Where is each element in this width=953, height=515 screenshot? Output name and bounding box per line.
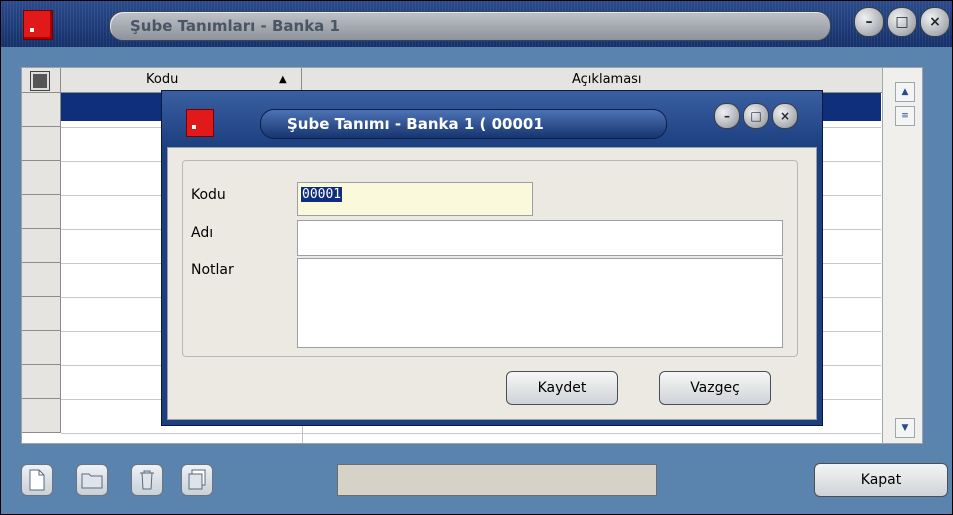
column-header-aciklama-label: Açıklaması xyxy=(572,72,642,87)
dialog-fields-group: Kodu 00001 Adı Notlar xyxy=(182,160,798,357)
select-all-checkbox-box xyxy=(30,71,50,91)
close-button-label: Kapat xyxy=(860,472,902,488)
trash-icon[interactable] xyxy=(131,464,163,496)
dialog-close-icon[interactable]: × xyxy=(772,103,798,129)
row-selector[interactable] xyxy=(22,297,61,331)
close-icon[interactable]: × xyxy=(920,7,950,37)
copy-icon[interactable] xyxy=(181,464,213,496)
dialog-minimize-icon[interactable]: – xyxy=(714,103,740,129)
adi-label: Adı xyxy=(191,225,214,241)
app-icon[interactable] xyxy=(23,10,53,40)
close-button[interactable]: Kapat xyxy=(814,463,948,497)
main-window: Şube Tanımları - Banka 1 – □ × Kodu ▲ Aç… xyxy=(0,0,953,515)
row-selector[interactable] xyxy=(22,365,61,399)
scroll-up-icon[interactable]: ▲ xyxy=(895,82,915,102)
bottom-toolbar: Kapat xyxy=(1,452,952,514)
row-selector[interactable] xyxy=(22,229,61,263)
dialog-title: Şube Tanımı - Banka 1 ( 00001 xyxy=(287,115,544,133)
title-capsule: Şube Tanımları - Banka 1 xyxy=(109,11,831,41)
branch-dialog: Şube Tanımı - Banka 1 ( 00001 – □ × Kodu… xyxy=(161,90,823,426)
row-selector[interactable] xyxy=(22,127,61,161)
minimize-icon[interactable]: – xyxy=(854,7,884,37)
dialog-maximize-icon[interactable]: □ xyxy=(743,103,769,129)
dialog-title-capsule: Şube Tanımı - Banka 1 ( 00001 xyxy=(260,109,667,139)
new-document-icon[interactable] xyxy=(21,464,53,496)
save-button-label: Kaydet xyxy=(537,380,587,396)
adi-field[interactable] xyxy=(297,220,783,256)
kodu-field[interactable]: 00001 xyxy=(297,182,533,216)
row-selector[interactable] xyxy=(22,195,61,229)
title-bar[interactable]: Şube Tanımları - Banka 1 – □ × xyxy=(1,1,952,47)
dialog-body: Kodu 00001 Adı Notlar Kaydet Vazgeç xyxy=(167,147,817,420)
select-all-checkbox[interactable] xyxy=(22,68,61,92)
notlar-field[interactable] xyxy=(297,258,783,348)
window-controls: – □ × xyxy=(854,7,950,39)
column-header-aciklama[interactable]: Açıklaması xyxy=(302,68,882,92)
notlar-label: Notlar xyxy=(191,262,234,278)
row-selector[interactable] xyxy=(22,263,61,297)
status-field xyxy=(337,464,657,496)
scroll-down-icon[interactable]: ▼ xyxy=(895,418,915,438)
row-selector[interactable] xyxy=(22,331,61,365)
dialog-app-icon[interactable] xyxy=(186,109,214,137)
scroll-grip-icon[interactable]: ≡ xyxy=(895,106,915,126)
kodu-label: Kodu xyxy=(191,187,226,203)
dialog-app-icon-dot xyxy=(192,125,196,129)
column-header-kodu[interactable]: Kodu ▲ xyxy=(61,68,302,92)
vertical-scrollbar[interactable]: ▲ ≡ ▼ xyxy=(882,68,922,443)
row-selector[interactable] xyxy=(22,93,61,127)
maximize-icon[interactable]: □ xyxy=(887,7,917,37)
sort-ascending-icon: ▲ xyxy=(279,74,287,85)
save-button[interactable]: Kaydet xyxy=(506,371,618,405)
kodu-value: 00001 xyxy=(301,187,343,202)
column-header-kodu-label: Kodu xyxy=(146,72,179,87)
dialog-window-controls: – □ × xyxy=(714,103,798,129)
window-title: Şube Tanımları - Banka 1 xyxy=(130,17,340,35)
row-selector[interactable] xyxy=(22,399,61,433)
app-icon-dot xyxy=(30,28,34,32)
open-folder-icon[interactable] xyxy=(76,464,108,496)
row-selector[interactable] xyxy=(22,161,61,195)
cancel-button[interactable]: Vazgeç xyxy=(659,371,771,405)
cancel-button-label: Vazgeç xyxy=(690,380,740,396)
row-divider xyxy=(61,433,881,434)
dialog-title-bar[interactable]: Şube Tanımı - Banka 1 ( 00001 – □ × xyxy=(162,91,822,147)
